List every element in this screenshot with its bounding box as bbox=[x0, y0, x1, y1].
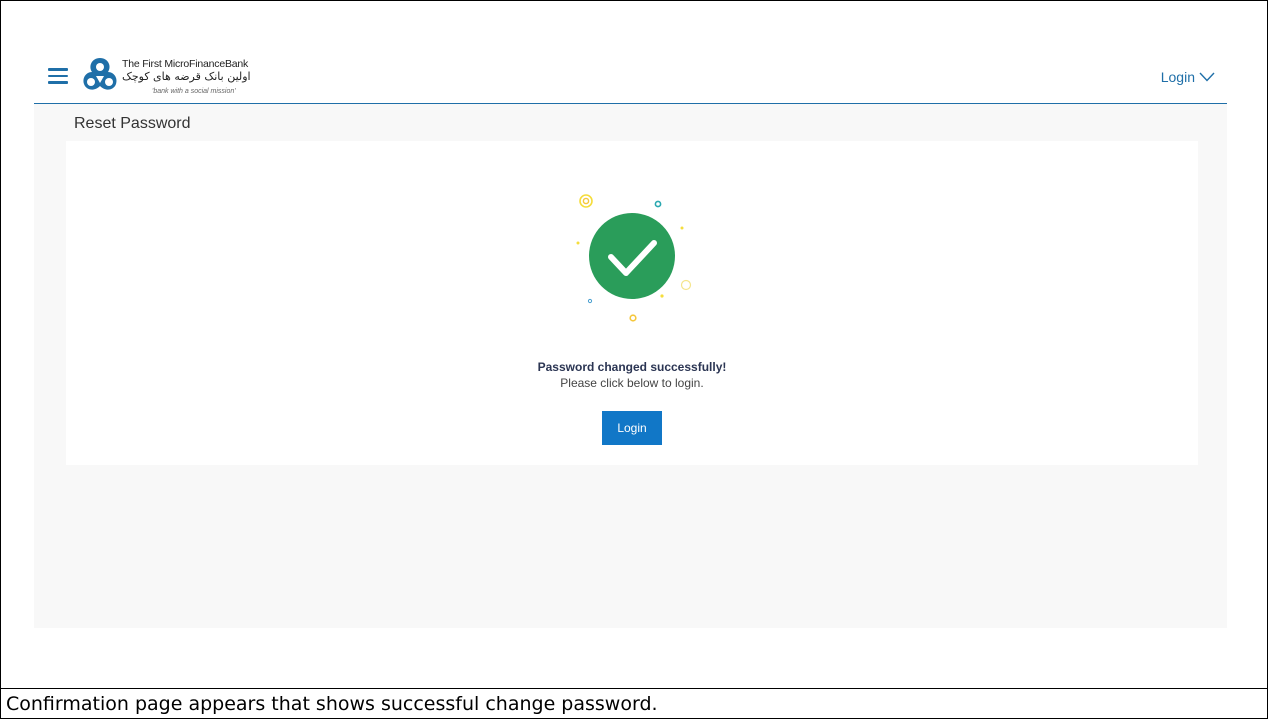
logo-tagline: 'bank with a social mission' bbox=[152, 88, 236, 95]
caption-divider bbox=[0, 688, 1268, 689]
success-title: Password changed successfully! bbox=[537, 360, 727, 374]
logo-name-fa: اولین بانک قرضه های کوچک bbox=[122, 70, 251, 83]
login-menu[interactable]: Login bbox=[1161, 69, 1215, 85]
logo-name-en: The First MicroFinanceBank bbox=[122, 58, 249, 70]
login-menu-label: Login bbox=[1160, 69, 1195, 85]
login-button[interactable]: Login bbox=[602, 411, 662, 445]
caption-text: Confirmation page appears that shows suc… bbox=[6, 693, 658, 715]
bank-logo-icon bbox=[83, 58, 117, 90]
bank-logo-text: The First MicroFinanceBank اولین بانک قر… bbox=[122, 58, 282, 100]
confirmation-card: Password changed successfully! Please cl… bbox=[66, 141, 1198, 465]
check-circle-icon bbox=[576, 194, 692, 322]
top-header: The First MicroFinanceBank اولین بانک قر… bbox=[34, 50, 1227, 104]
menu-icon[interactable] bbox=[48, 68, 68, 84]
page-title: Reset Password bbox=[74, 115, 191, 132]
app-window: The First MicroFinanceBank اولین بانک قر… bbox=[34, 50, 1227, 628]
chevron-down-icon bbox=[1199, 72, 1215, 82]
success-subtitle: Please click below to login. bbox=[560, 376, 704, 390]
